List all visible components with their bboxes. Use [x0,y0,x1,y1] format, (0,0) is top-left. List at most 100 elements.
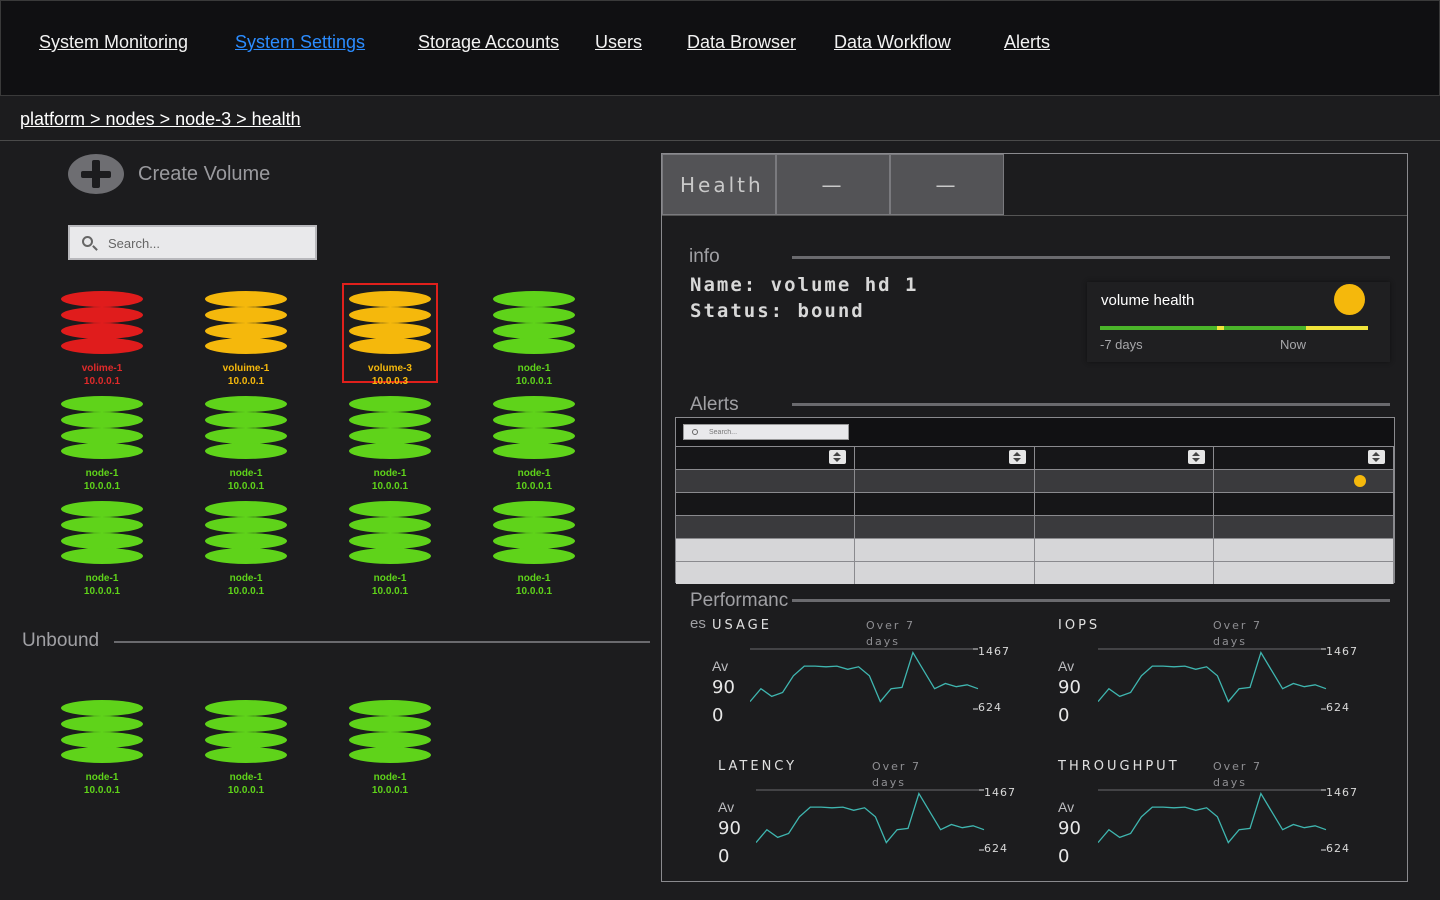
sort-icon[interactable] [1009,450,1026,464]
volume-item[interactable]: voluime-1 10.0.0.1 [198,283,294,387]
nav-data-browser[interactable]: Data Browser [687,32,796,53]
health-right-label: Now [1280,337,1307,352]
database-icon [205,443,287,459]
tab-health[interactable]: Health [662,154,776,215]
metric-card: THROUGHPUT Over 7 days Av 900 1467 624 [1058,759,1388,879]
database-icon [61,323,143,339]
health-bar-segment [1306,326,1368,330]
metric-title: USAGE [712,618,772,633]
volume-item[interactable]: node-1 10.0.0.1 [54,388,150,492]
volume-name: volime-1 [81,363,123,374]
sparkline-chart [756,789,985,851]
table-row[interactable] [676,492,1394,515]
table-cell [676,493,855,515]
create-volume-button[interactable] [68,154,124,194]
database-icon [205,548,287,564]
breadcrumb[interactable]: platform > nodes > node-3 > health [20,109,301,130]
search-input[interactable] [108,234,308,252]
metric-value: 900 [1058,818,1081,867]
volume-item[interactable]: node-1 10.0.0.1 [342,388,438,492]
database-icon [61,747,143,763]
database-icon [493,307,575,323]
sort-icon[interactable] [1368,450,1385,464]
volume-item[interactable]: node-1 10.0.0.1 [198,692,294,796]
volume-item[interactable]: node-1 10.0.0.1 [342,692,438,796]
table-cell [855,493,1035,515]
volume-ip: 10.0.0.1 [227,481,265,492]
nav-system-monitoring[interactable]: System Monitoring [39,32,188,53]
database-icon [493,517,575,533]
volume-ip: 10.0.0.1 [83,785,121,796]
metric-title: IOPS [1058,618,1101,633]
metric-card: USAGE Over 7 days Av 900 1467 624 [690,618,1020,738]
metric-subtitle: Over 7 days [1213,619,1262,648]
volume-item[interactable]: node-1 10.0.0.1 [486,388,582,492]
info-divider [792,256,1390,259]
volume-item[interactable]: node-1 10.0.0.1 [54,692,150,796]
volume-item[interactable]: node-1 10.0.0.1 [54,493,150,597]
volume-ip: 10.0.0.1 [371,785,409,796]
metric-value: 900 [712,677,735,726]
nav-users[interactable]: Users [595,32,642,53]
metric-avg-label: Av [718,799,735,815]
table-row[interactable] [676,538,1394,561]
volume-item[interactable]: node-1 10.0.0.1 [342,493,438,597]
database-icon [493,396,575,412]
table-cell [1214,470,1394,492]
sparkline-series [1098,792,1327,844]
search-icon [82,236,93,247]
database-icon [61,443,143,459]
database-icon [349,323,431,339]
volume-item[interactable]: node-1 10.0.0.1 [486,283,582,387]
volume-name: voluime-1 [222,363,270,374]
table-row[interactable] [676,515,1394,538]
table-row[interactable] [676,561,1394,584]
create-volume-label[interactable]: Create Volume [138,163,270,186]
database-icon [61,291,143,307]
volume-search[interactable] [68,225,317,260]
database-icon [349,747,431,763]
table-row[interactable] [676,469,1394,492]
info-title: info [689,246,720,267]
database-icon [205,323,287,339]
database-icon [205,428,287,444]
database-icon [349,428,431,444]
volume-item[interactable]: node-1 10.0.0.1 [198,388,294,492]
table-cell [855,539,1035,561]
alerts-search-input[interactable] [709,427,839,437]
volume-item[interactable]: node-1 10.0.0.1 [486,493,582,597]
volume-item[interactable]: volime-1 10.0.0.1 [54,283,150,387]
database-icon [61,548,143,564]
tab-3[interactable]: — [890,154,1004,215]
table-cell [1035,516,1214,538]
health-status-dot [1334,284,1365,315]
volume-item[interactable]: volume-3 10.0.0.3 [342,283,438,387]
alerts-table [675,417,1395,584]
sort-icon[interactable] [1188,450,1205,464]
nav-alerts[interactable]: Alerts [1004,32,1050,53]
database-icon [205,716,287,732]
database-icon [349,700,431,716]
sort-icon[interactable] [829,450,846,464]
database-icon [61,428,143,444]
nav-data-workflow[interactable]: Data Workflow [834,32,951,53]
metric-avg-label: Av [1058,658,1075,674]
database-icon [349,533,431,549]
tab-2[interactable]: — [776,154,890,215]
volume-name: node-1 [373,772,407,783]
table-cell [1035,493,1214,515]
volume-name: node-1 [517,573,551,584]
nav-storage-accounts[interactable]: Storage Accounts [418,32,559,53]
volume-name: node-1 [229,772,263,783]
volume-item[interactable]: node-1 10.0.0.1 [198,493,294,597]
table-cell [1035,539,1214,561]
nav-system-settings[interactable]: System Settings [235,32,365,53]
table-cell [676,470,855,492]
alerts-search[interactable] [683,424,849,440]
database-icon [349,501,431,517]
volume-ip: 10.0.0.1 [227,785,265,796]
unbound-divider [114,641,650,643]
database-icon [493,338,575,354]
table-cell [1035,447,1214,469]
database-icon [61,517,143,533]
